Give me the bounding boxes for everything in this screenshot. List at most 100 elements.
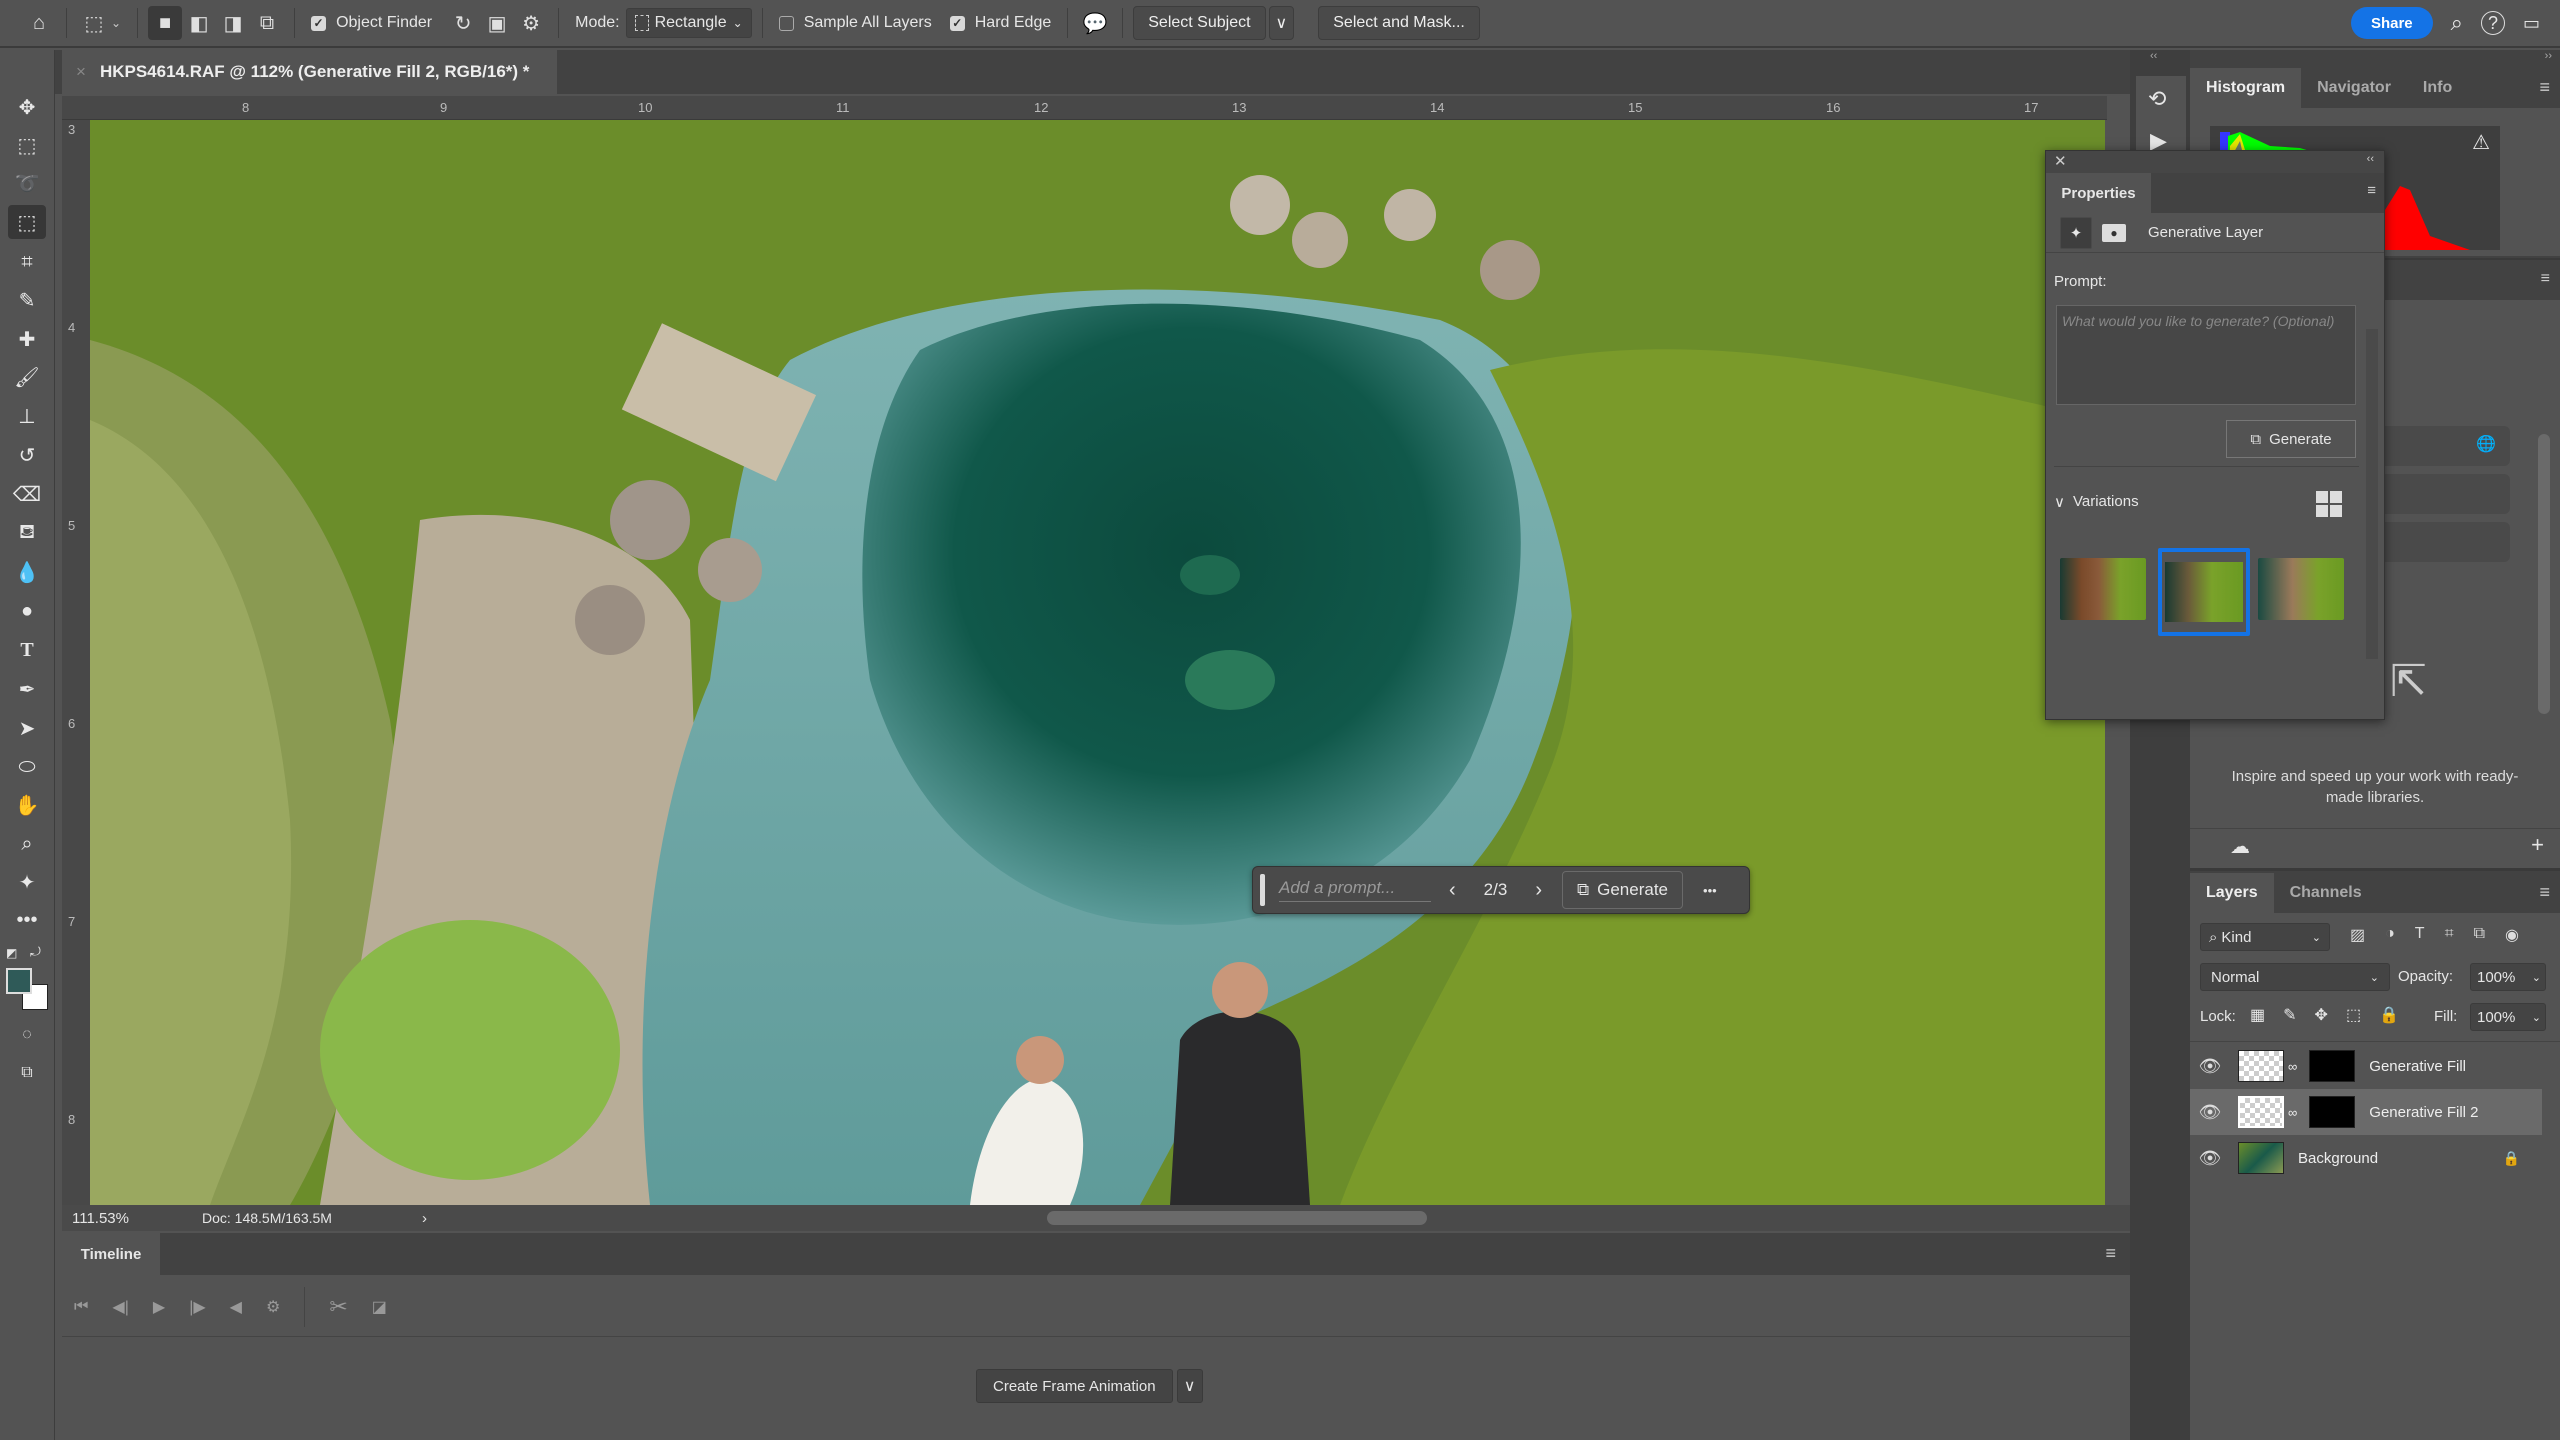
zoom-level[interactable]: 111.53%: [72, 1210, 152, 1227]
layer-row-selected[interactable]: 👁 ∞ Generative Fill 2: [2190, 1089, 2542, 1135]
tab-channels[interactable]: Channels: [2274, 873, 2378, 913]
screen-mode-icon[interactable]: ⧉: [8, 1056, 46, 1090]
generative-sparkle-icon[interactable]: ✦: [2060, 216, 2092, 249]
type-tool-icon[interactable]: T: [8, 633, 46, 667]
lock-artboard-icon[interactable]: ⬚: [2346, 1005, 2361, 1025]
mask-icon[interactable]: ●: [2102, 223, 2126, 242]
properties-scrollbar[interactable]: [2366, 329, 2378, 659]
remove-tool-icon[interactable]: ✦: [8, 865, 46, 899]
type-filter-icon[interactable]: T: [2415, 925, 2425, 945]
smart-object-filter-icon[interactable]: ⧉: [2474, 925, 2485, 945]
dodge-tool-icon[interactable]: ●: [8, 594, 46, 628]
show-all-objects-icon[interactable]: ▣: [480, 6, 514, 40]
paint-bucket-tool-icon[interactable]: ⛾: [8, 516, 46, 550]
adjustment-filter-icon[interactable]: ◑: [2385, 925, 2395, 945]
close-icon[interactable]: ✕: [2054, 152, 2067, 170]
refresh-icon[interactable]: ↻: [446, 6, 480, 40]
shape-filter-icon[interactable]: ⌗: [2445, 925, 2454, 945]
previous-frame-icon[interactable]: ◀|: [112, 1297, 128, 1317]
new-selection-icon[interactable]: ■: [148, 6, 183, 40]
add-to-selection-icon[interactable]: ◧: [182, 6, 216, 40]
panel-menu-icon[interactable]: ≡: [2541, 270, 2550, 288]
next-variation-icon[interactable]: ›: [1535, 879, 1542, 902]
animation-type-dropdown[interactable]: ∨: [1176, 1369, 1203, 1403]
document-tab[interactable]: × HKPS4614.RAF @ 112% (Generative Fill 2…: [62, 50, 557, 94]
gear-icon[interactable]: ⚙: [514, 6, 548, 40]
foreground-color-swatch[interactable]: [6, 968, 32, 994]
home-icon[interactable]: ⌂: [22, 6, 56, 40]
mode-select[interactable]: Rectangle ⌄: [625, 8, 752, 38]
lock-pixels-icon[interactable]: ✎: [2283, 1005, 2296, 1025]
chevron-down-icon[interactable]: ⌄: [111, 16, 121, 30]
marquee-tool-icon[interactable]: ⬚: [8, 128, 46, 162]
more-options-icon[interactable]: •••: [1703, 883, 1717, 898]
quick-mask-icon[interactable]: ◌: [8, 1018, 46, 1052]
select-subject-button[interactable]: Select Subject: [1133, 6, 1266, 40]
next-frame-icon[interactable]: |▶: [189, 1297, 205, 1317]
object-finder-checkbox[interactable]: ✓ Object Finder: [311, 14, 432, 32]
mask-thumbnail[interactable]: [2309, 1050, 2356, 1082]
properties-titlebar[interactable]: ✕ ‹‹: [2046, 151, 2384, 173]
tab-info[interactable]: Info: [2407, 68, 2468, 108]
grid-view-icon[interactable]: [2316, 491, 2342, 517]
generate-button[interactable]: ⧉ Generate: [1561, 871, 1684, 909]
history-brush-tool-icon[interactable]: ↺: [8, 438, 46, 472]
panel-menu-icon[interactable]: ≡: [2539, 882, 2550, 903]
cloud-icon[interactable]: ☁: [2230, 834, 2250, 859]
ellipse-tool-icon[interactable]: ⬭: [8, 750, 46, 784]
blur-tool-icon[interactable]: 💧: [8, 555, 46, 589]
warning-icon[interactable]: ⚠: [2472, 130, 2490, 155]
drag-handle[interactable]: [1260, 874, 1265, 906]
libraries-scrollbar[interactable]: [2538, 434, 2550, 714]
collapse-icon[interactable]: ‹‹: [2150, 50, 2157, 62]
visibility-eye-icon[interactable]: 👁: [2190, 1056, 2230, 1077]
audio-icon[interactable]: ◀: [230, 1297, 242, 1317]
hard-edge-checkbox[interactable]: ✓ Hard Edge: [949, 14, 1051, 32]
status-menu-arrow-icon[interactable]: ›: [422, 1210, 427, 1227]
feedback-icon[interactable]: 💬: [1078, 6, 1112, 40]
collapse-icon[interactable]: ‹‹: [2367, 153, 2374, 165]
variation-thumbnail-1[interactable]: [2060, 558, 2146, 620]
lock-all-icon[interactable]: 🔒: [2379, 1005, 2399, 1025]
tab-navigator[interactable]: Navigator: [2301, 68, 2407, 108]
panel-menu-icon[interactable]: ≡: [2105, 1243, 2116, 1264]
hand-tool-icon[interactable]: ✋: [8, 788, 46, 822]
crop-tool-icon[interactable]: ⌗: [8, 245, 46, 279]
canvas-image[interactable]: [90, 120, 2105, 1205]
opacity-field[interactable]: 100% ⌄: [2470, 963, 2546, 991]
horizontal-scrollbar[interactable]: [1047, 1211, 1427, 1225]
intersect-selection-icon[interactable]: ⧉: [250, 6, 284, 40]
subtract-from-selection-icon[interactable]: ◨: [216, 6, 250, 40]
pixel-filter-icon[interactable]: ▨: [2350, 925, 2365, 945]
select-subject-dropdown[interactable]: ∨: [1268, 6, 1295, 40]
visibility-eye-icon[interactable]: 👁: [2190, 1148, 2230, 1169]
filter-toggle-icon[interactable]: ◉: [2505, 925, 2519, 945]
default-colors-icon[interactable]: ◩: [6, 946, 17, 960]
fill-field[interactable]: 100% ⌄: [2470, 1003, 2546, 1031]
lasso-tool-icon[interactable]: ➰: [8, 166, 46, 200]
transition-icon[interactable]: ◪: [372, 1297, 387, 1317]
object-selection-tool-icon[interactable]: ⬚: [8, 205, 46, 239]
layer-row[interactable]: 👁 Background 🔒: [2190, 1135, 2542, 1181]
history-icon[interactable]: ⟲: [2148, 86, 2166, 112]
workspace-icon[interactable]: ▭: [2523, 13, 2540, 34]
variation-thumbnail-3[interactable]: [2258, 558, 2344, 620]
lock-position-icon[interactable]: ✥: [2315, 1005, 2328, 1025]
panel-menu-icon[interactable]: ≡: [2367, 182, 2376, 199]
eraser-tool-icon[interactable]: ⌫: [8, 477, 46, 511]
path-selection-tool-icon[interactable]: ➤: [8, 711, 46, 745]
split-icon[interactable]: ✂: [329, 1294, 347, 1320]
select-and-mask-button[interactable]: Select and Mask...: [1318, 6, 1480, 40]
move-tool-icon[interactable]: ✥: [8, 90, 46, 124]
layer-filter-select[interactable]: ⌕ Kind ⌄: [2200, 923, 2330, 951]
search-icon[interactable]: ⌕: [2451, 10, 2463, 36]
tab-histogram[interactable]: Histogram: [2190, 68, 2302, 108]
layer-row[interactable]: 👁 ∞ Generative Fill: [2190, 1043, 2542, 1089]
expand-icon[interactable]: ››: [2545, 50, 2552, 62]
sample-all-layers-checkbox[interactable]: Sample All Layers: [778, 14, 932, 32]
link-icon[interactable]: ∞: [2288, 1059, 2297, 1074]
mask-thumbnail[interactable]: [2309, 1096, 2356, 1128]
close-tab-icon[interactable]: ×: [76, 62, 86, 82]
visibility-eye-icon[interactable]: 👁: [2190, 1102, 2230, 1123]
tab-timeline[interactable]: Timeline: [62, 1233, 160, 1275]
